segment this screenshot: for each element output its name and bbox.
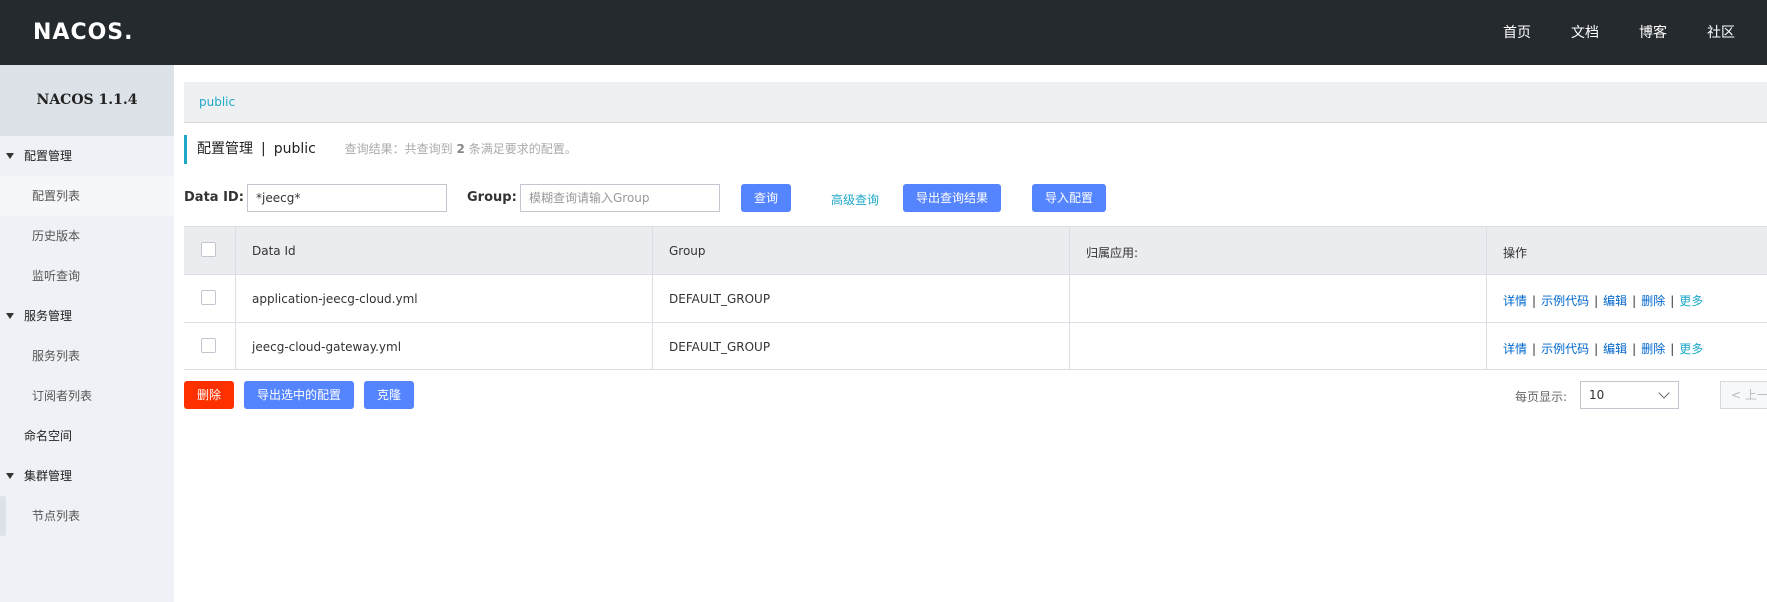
select-all-cell	[184, 227, 236, 274]
advanced-query-link[interactable]: 高级查询	[831, 191, 879, 208]
select-all-checkbox[interactable]	[201, 242, 216, 257]
top-navbar: NACOS. 首页 文档 博客 社区	[0, 0, 1767, 65]
table-row: jeecg-cloud-gateway.yml DEFAULT_GROUP 详情…	[184, 323, 1767, 370]
sidebar-group-service[interactable]: 服务管理	[0, 296, 174, 336]
action-edit[interactable]: 编辑	[1603, 294, 1627, 308]
export-selected-button[interactable]: 导出选中的配置	[244, 381, 354, 409]
cell-group: DEFAULT_GROUP	[669, 292, 771, 306]
caret-down-icon	[6, 313, 14, 319]
data-id-input[interactable]: *jeecg*	[247, 184, 447, 212]
sidebar-item-subscriber-list[interactable]: 订阅者列表	[0, 376, 174, 416]
table-row: application-jeecg-cloud.yml DEFAULT_GROU…	[184, 275, 1767, 323]
action-sample-code[interactable]: 示例代码	[1541, 294, 1589, 308]
caret-down-icon	[6, 153, 14, 159]
action-detail[interactable]: 详情	[1503, 294, 1527, 308]
title-separator: |	[261, 141, 266, 157]
column-header-group: Group	[669, 244, 706, 258]
table-header-row: Data Id Group 归属应用: 操作	[184, 227, 1767, 275]
bulk-delete-button[interactable]: 删除	[184, 381, 234, 409]
page-size-select[interactable]: 10	[1580, 381, 1679, 409]
sidebar: NACOS 1.1.4 配置管理 配置列表 历史版本 监听查询 服务管理 服务列…	[0, 65, 174, 602]
sidebar-item-node-list[interactable]: 节点列表	[0, 496, 174, 536]
row-checkbox[interactable]	[201, 338, 216, 353]
action-delete[interactable]: 删除	[1641, 294, 1665, 308]
import-config-button[interactable]: 导入配置	[1032, 184, 1106, 212]
clone-button[interactable]: 克隆	[364, 381, 414, 409]
config-table: Data Id Group 归属应用: 操作 application-jeecg…	[184, 226, 1767, 370]
column-header-actions: 操作	[1503, 246, 1528, 260]
action-detail[interactable]: 详情	[1503, 342, 1527, 356]
namespace-link-public[interactable]: public	[199, 95, 235, 109]
column-header-app: 归属应用:	[1086, 246, 1139, 260]
cell-data-id: application-jeecg-cloud.yml	[252, 292, 418, 306]
cell-group: DEFAULT_GROUP	[669, 340, 771, 354]
nav-home[interactable]: 首页	[1503, 22, 1531, 42]
cell-data-id: jeecg-cloud-gateway.yml	[252, 340, 402, 354]
sidebar-item-namespace[interactable]: 命名空间	[0, 416, 174, 456]
export-results-button[interactable]: 导出查询结果	[903, 184, 1001, 212]
sidebar-group-cluster[interactable]: 集群管理	[0, 456, 174, 496]
sidebar-item-service-list[interactable]: 服务列表	[0, 336, 174, 376]
group-label: Group:	[467, 190, 517, 205]
title-namespace: public	[273, 141, 316, 157]
row-actions: 详情 | 示例代码 | 编辑 | 删除 | 更多	[1503, 294, 1704, 308]
caret-down-icon	[6, 473, 14, 479]
nav-blog[interactable]: 博客	[1639, 22, 1667, 42]
group-input[interactable]: 模糊查询请输入Group	[520, 184, 720, 212]
action-edit[interactable]: 编辑	[1603, 342, 1627, 356]
sidebar-item-config-list[interactable]: 配置列表	[0, 176, 174, 216]
action-more[interactable]: 更多	[1679, 342, 1703, 356]
sidebar-collapse-handle[interactable]	[0, 496, 6, 536]
sidebar-item-listener-query[interactable]: 监听查询	[0, 256, 174, 296]
page-title-bar: 配置管理 | public 查询结果：共查询到 2 条满足要求的配置。	[184, 135, 577, 164]
query-result-hint: 查询结果：共查询到 2 条满足要求的配置。	[344, 142, 577, 156]
nav-community[interactable]: 社区	[1707, 22, 1735, 42]
nav-docs[interactable]: 文档	[1571, 22, 1599, 42]
prev-page-button[interactable]: < 上一	[1720, 381, 1767, 409]
row-actions: 详情 | 示例代码 | 编辑 | 删除 | 更多	[1503, 342, 1704, 356]
chevron-down-icon	[1658, 387, 1670, 399]
action-more[interactable]: 更多	[1679, 294, 1703, 308]
column-header-data-id: Data Id	[252, 244, 296, 258]
action-delete[interactable]: 删除	[1641, 342, 1665, 356]
sidebar-item-history[interactable]: 历史版本	[0, 216, 174, 256]
nacos-logo[interactable]: NACOS.	[33, 20, 134, 45]
data-id-label: Data ID:	[184, 190, 244, 205]
namespace-bar: public	[184, 82, 1767, 123]
page-title: 配置管理	[197, 141, 253, 157]
action-sample-code[interactable]: 示例代码	[1541, 342, 1589, 356]
query-button[interactable]: 查询	[741, 184, 791, 212]
chevron-left-icon: <	[1731, 388, 1742, 402]
page-size-label: 每页显示:	[1515, 390, 1568, 404]
sidebar-title: NACOS 1.1.4	[0, 65, 174, 136]
sidebar-group-config[interactable]: 配置管理	[0, 136, 174, 176]
row-checkbox[interactable]	[201, 290, 216, 305]
